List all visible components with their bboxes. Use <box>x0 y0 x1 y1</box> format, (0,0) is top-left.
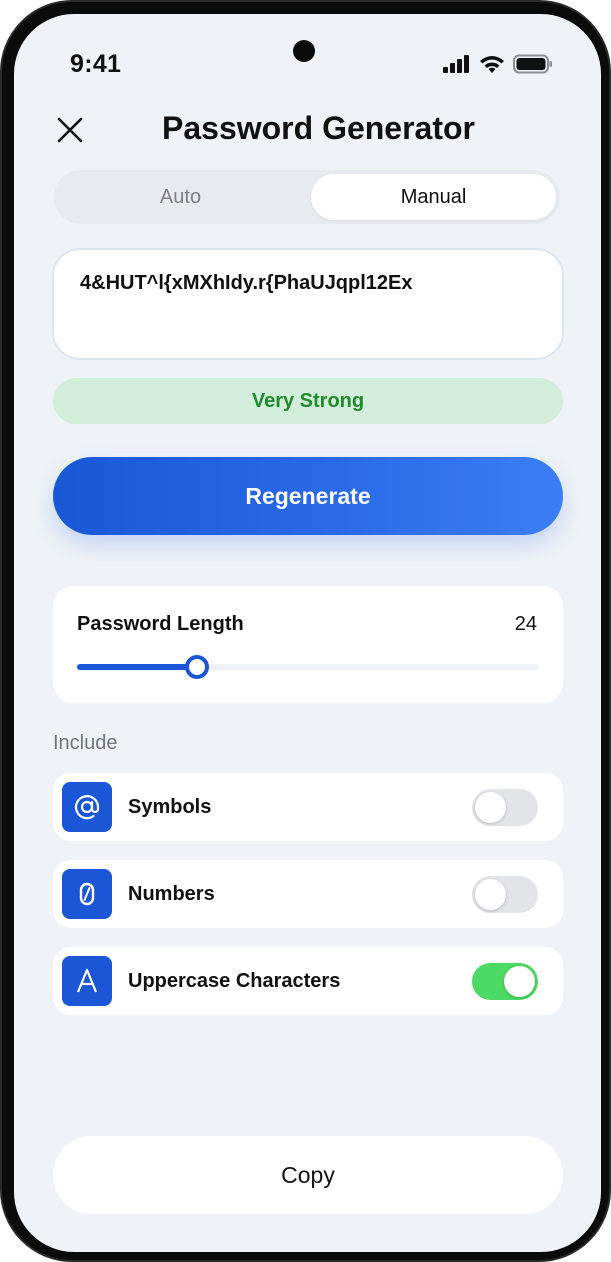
toggle-knob <box>504 966 535 997</box>
include-heading: Include <box>53 732 118 754</box>
battery-icon <box>513 54 553 74</box>
signal-icon <box>443 55 471 73</box>
length-label: Password Length <box>77 613 244 635</box>
strength-badge: Very Strong <box>53 378 563 424</box>
app-screen: 9:41 Password Generator Auto Manual 4&HU… <box>14 14 601 1252</box>
length-card: Password Length 24 <box>53 586 563 703</box>
toggle-knob <box>475 879 506 910</box>
length-value: 24 <box>514 613 537 635</box>
slider-thumb[interactable] <box>185 655 209 679</box>
letter-a-icon <box>62 956 112 1006</box>
status-icons <box>443 54 553 74</box>
mode-switcher: Auto Manual <box>54 170 560 224</box>
length-slider[interactable] <box>77 655 539 679</box>
option-symbols: Symbols <box>53 773 563 841</box>
option-label: Numbers <box>128 883 215 905</box>
regenerate-button[interactable]: Regenerate <box>53 457 563 535</box>
zero-digit-icon <box>62 869 112 919</box>
option-label: Symbols <box>128 796 212 818</box>
status-bar: 9:41 <box>14 14 601 94</box>
tab-manual[interactable]: Manual <box>311 174 556 220</box>
page-title: Password Generator <box>162 110 475 146</box>
wifi-icon <box>479 55 505 74</box>
option-uppercase: Uppercase Characters <box>53 947 563 1015</box>
slider-fill <box>77 664 197 670</box>
at-sign-icon <box>62 782 112 832</box>
option-numbers: Numbers <box>53 860 563 928</box>
copy-button[interactable]: Copy <box>53 1136 563 1214</box>
tab-auto[interactable]: Auto <box>58 174 303 220</box>
numbers-toggle[interactable] <box>472 876 538 913</box>
option-label: Uppercase Characters <box>128 970 341 992</box>
phone-frame: 9:41 Password Generator Auto Manual 4&HU… <box>0 0 611 1262</box>
header: Password Generator <box>14 104 601 154</box>
front-camera <box>293 40 315 62</box>
password-display[interactable]: 4&HUT^l{xMXhIdy.r{PhaUJqpl12Ex <box>52 248 564 360</box>
status-time: 9:41 <box>70 50 122 78</box>
uppercase-toggle[interactable] <box>472 963 538 1000</box>
symbols-toggle[interactable] <box>472 789 538 826</box>
toggle-knob <box>475 792 506 823</box>
